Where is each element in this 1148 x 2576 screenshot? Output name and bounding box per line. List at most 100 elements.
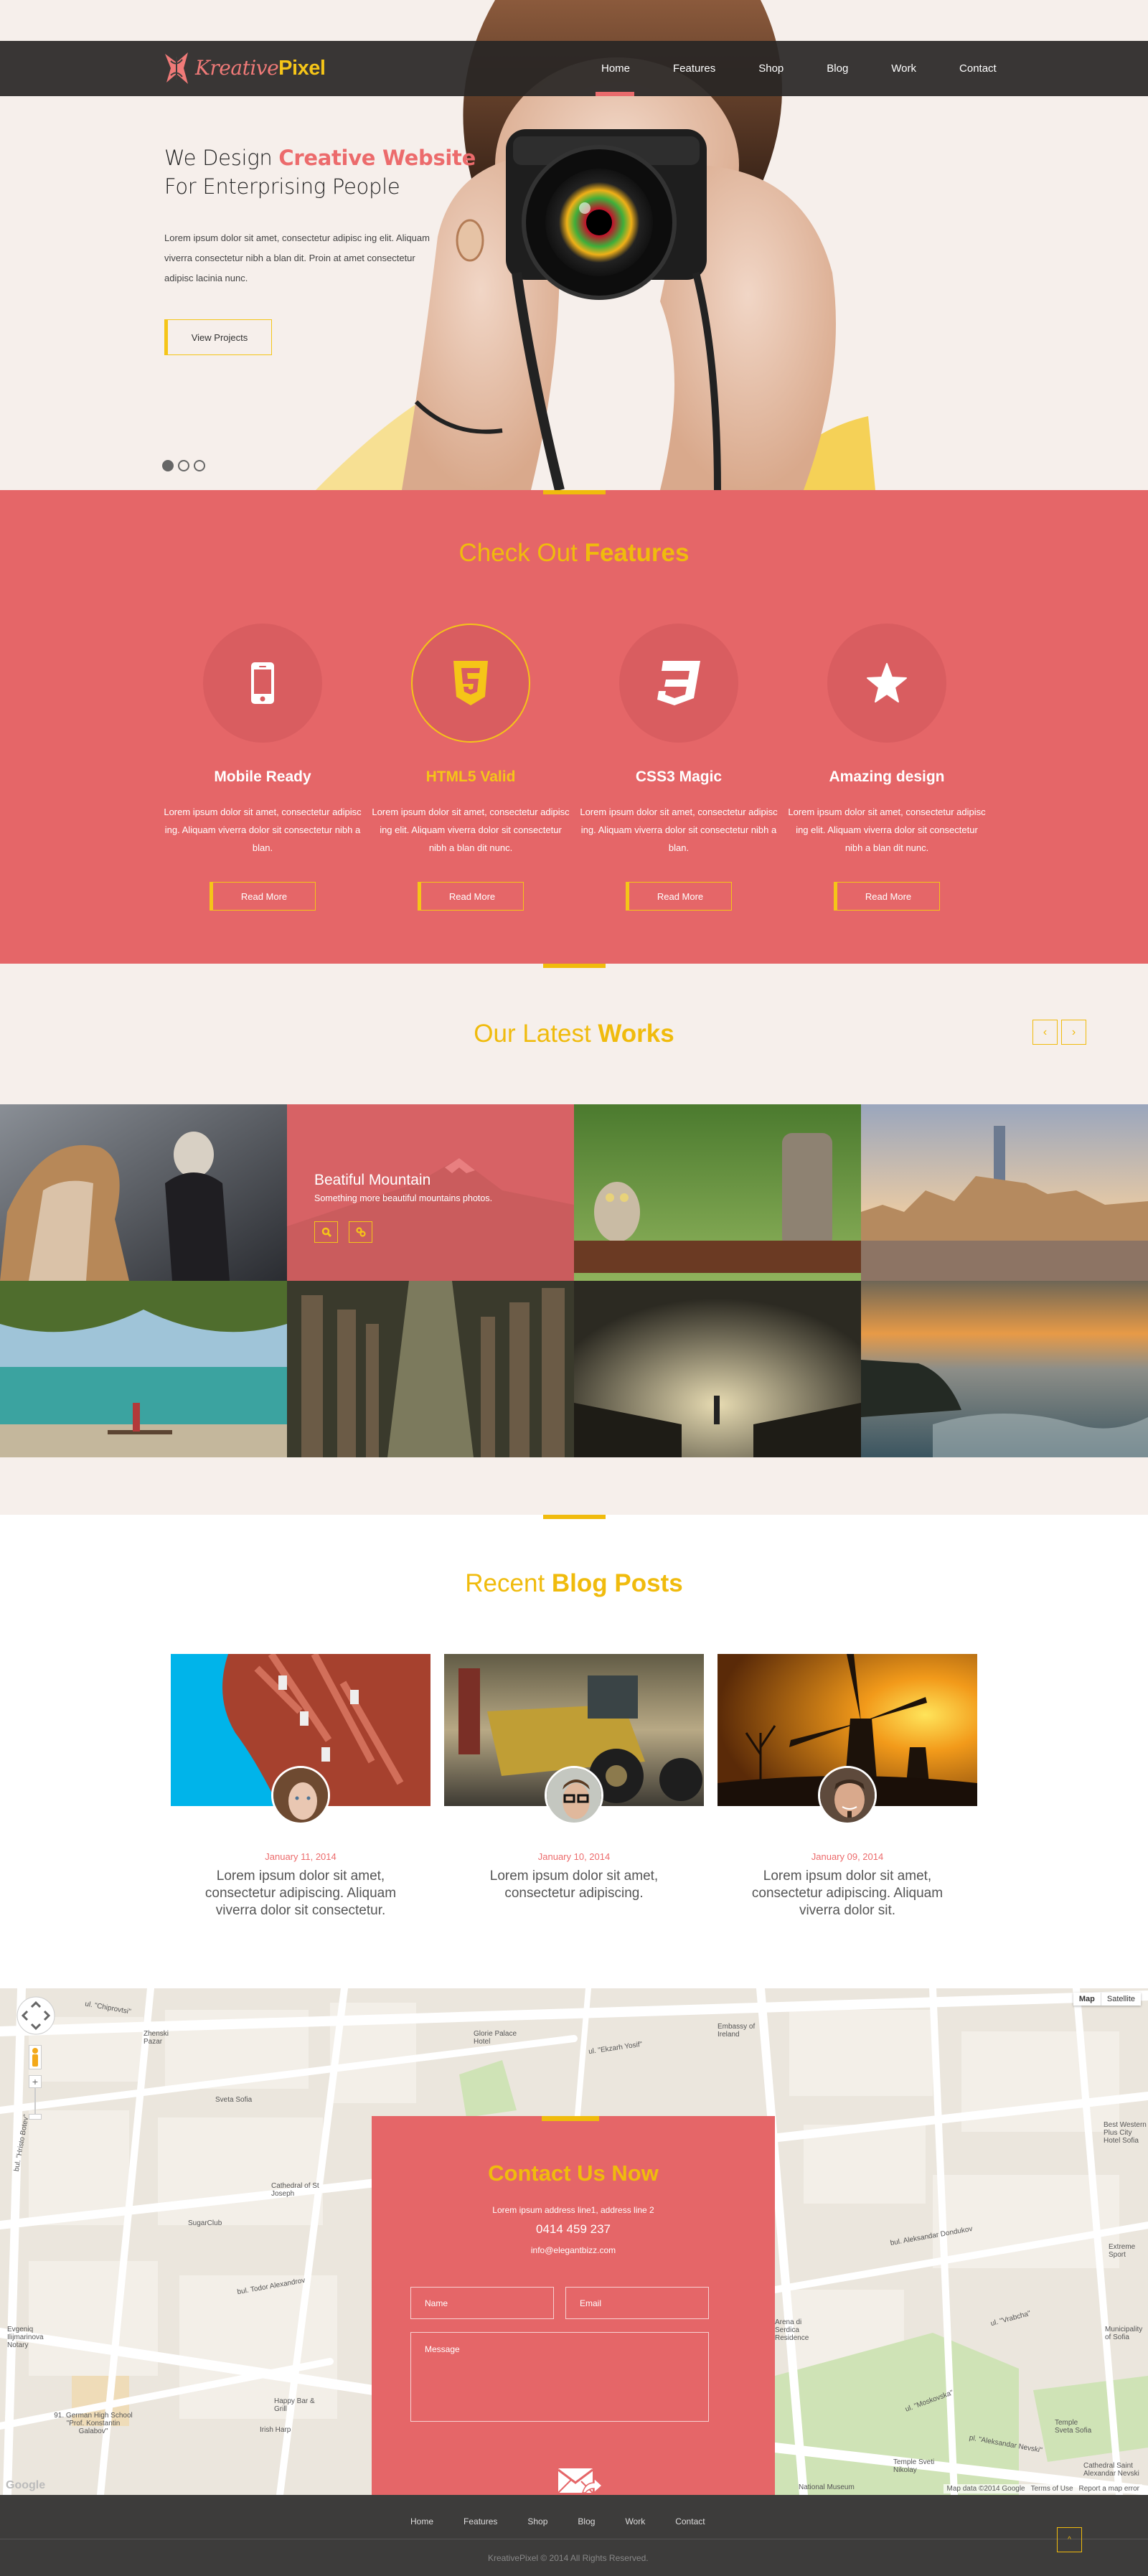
footer-nav: Home Features Shop Blog Work Contact — [410, 2516, 735, 2526]
logo-mark-icon — [165, 52, 188, 84]
features-section: Check Out Features Mobile Ready Lorem ip… — [0, 490, 1148, 964]
feature-title: CSS3 Magic — [635, 768, 723, 785]
map-data-credit: Map data ©2014 Google — [946, 2485, 1025, 2493]
read-more-button[interactable]: Read More — [626, 882, 732, 911]
features-title: Check Out Features — [0, 539, 1148, 568]
blog-excerpt: Lorem ipsum dolor sit amet, consectetur … — [751, 1868, 944, 1918]
zoom-slider-handle[interactable] — [29, 2114, 42, 2120]
hero-description: Lorem ipsum dolor sit amet, consectetur … — [164, 232, 430, 283]
prev-arrow-button[interactable]: ‹ — [1032, 1020, 1058, 1045]
works-title: Our Latest Works — [0, 1020, 1148, 1048]
nav-work[interactable]: Work — [870, 41, 938, 96]
blog-card[interactable]: January 09, 2014 Lorem ipsum dolor sit a… — [718, 1654, 977, 1919]
hero-title: We Design Creative Website For Enterpris… — [164, 144, 476, 201]
map-pan-control[interactable] — [16, 1996, 56, 2036]
contact-email[interactable]: info@elegantbizz.com — [372, 2245, 775, 2255]
feature-card: Amazing design Lorem ipsum dolor sit ame… — [788, 624, 986, 911]
feature-title: Amazing design — [829, 768, 945, 785]
nav-contact[interactable]: Contact — [938, 41, 1018, 96]
slider-dot-1[interactable] — [162, 460, 174, 471]
blog-excerpt: Lorem ipsum dolor sit amet, consectetur … — [204, 1868, 397, 1918]
feature-description: Lorem ipsum dolor sit amet, consectetur … — [164, 807, 362, 853]
message-textarea[interactable] — [410, 2332, 709, 2422]
slider-dots — [162, 460, 205, 471]
author-avatar — [818, 1766, 877, 1825]
next-arrow-button[interactable]: › — [1061, 1020, 1086, 1045]
feature-icon-circle — [827, 624, 946, 743]
google-logo: Google — [6, 2479, 46, 2491]
open-link-button[interactable] — [349, 1221, 372, 1243]
work-tile-ocean[interactable] — [861, 1281, 1148, 1457]
works-title-bold: Works — [598, 1020, 674, 1048]
work-tile-city[interactable] — [861, 1104, 1148, 1281]
read-more-button[interactable]: Read More — [210, 882, 316, 911]
footer-nav-blog[interactable]: Blog — [578, 2516, 595, 2526]
css3-icon — [657, 661, 700, 705]
work-hover-overlay: Beatiful Mountain Something more beautif… — [287, 1104, 574, 1281]
html5-icon — [453, 661, 488, 705]
brand-name: KreativePixel — [195, 56, 326, 80]
contact-form — [410, 2287, 709, 2425]
features-title-plain: Check Out — [458, 539, 585, 567]
terms-of-use-link[interactable]: Terms of Use — [1031, 2485, 1073, 2493]
work-tile-dog-child[interactable] — [0, 1104, 287, 1281]
hero-content: We Design Creative Website For Enterpris… — [164, 144, 476, 355]
feature-title: HTML5 Valid — [425, 768, 516, 785]
work-tile-mountain[interactable]: Beatiful Mountain Something more beautif… — [287, 1104, 574, 1281]
work-image — [0, 1104, 287, 1281]
nav-home[interactable]: Home — [567, 41, 651, 96]
zoom-view-button[interactable] — [314, 1221, 338, 1243]
read-more-button[interactable]: Read More — [418, 882, 524, 911]
nav-blog[interactable]: Blog — [805, 41, 870, 96]
map-type-map[interactable]: Map — [1073, 1993, 1101, 2006]
work-tile-pier[interactable] — [287, 1281, 574, 1457]
author-woman-photo — [273, 1768, 328, 1823]
work-tile-owl[interactable] — [574, 1104, 861, 1281]
works-grid: Beatiful Mountain Something more beautif… — [0, 1104, 1148, 1457]
top-navbar: KreativePixel Home Features Shop Blog Wo… — [0, 41, 1148, 96]
view-projects-button[interactable]: View Projects — [164, 319, 272, 355]
zoom-in-button[interactable]: + — [29, 2075, 42, 2088]
work-tile-forest[interactable] — [574, 1281, 861, 1457]
report-map-error-link[interactable]: Report a map error — [1079, 2485, 1139, 2493]
contact-phone: 0414 459 237 — [536, 2222, 611, 2236]
work-image — [287, 1281, 574, 1457]
pegman-icon[interactable] — [29, 2045, 42, 2069]
footer-nav-home[interactable]: Home — [410, 2516, 433, 2526]
footer-nav-features[interactable]: Features — [464, 2516, 497, 2526]
map-controls: + — [16, 1996, 56, 2120]
work-tile-swing[interactable] — [0, 1281, 287, 1457]
section-divider-tab — [543, 1515, 606, 1519]
mobile-phone-icon — [251, 662, 274, 704]
contact-title: Contact Us Now — [372, 2161, 775, 2186]
contact-address: Lorem ipsum address line1, address line … — [492, 2205, 654, 2215]
blog-date: January 11, 2014 — [265, 1851, 337, 1862]
read-more-button[interactable]: Read More — [834, 882, 940, 911]
name-input[interactable] — [410, 2287, 554, 2319]
footer-nav-work[interactable]: Work — [625, 2516, 645, 2526]
back-to-top-button[interactable]: ^ — [1057, 2527, 1082, 2552]
hero-title-line2: For Enterprising People — [164, 174, 400, 199]
features-title-bold: Features — [584, 539, 690, 567]
slider-dot-2[interactable] — [178, 460, 189, 471]
email-input[interactable] — [565, 2287, 709, 2319]
feature-description: Lorem ipsum dolor sit amet, consectetur … — [372, 807, 570, 853]
map-type-satellite[interactable]: Satellite — [1101, 1993, 1141, 2006]
send-mail-icon — [557, 2468, 603, 2494]
brand-logo[interactable]: KreativePixel — [164, 50, 326, 87]
feature-title: Mobile Ready — [214, 768, 311, 785]
contact-section: ul. "Chiprovtsi" Zhenski Pazar bul. "Hri… — [0, 1988, 1148, 2495]
nav-shop[interactable]: Shop — [737, 41, 805, 96]
main-nav: Home Features Shop Blog Work Contact — [567, 41, 1018, 96]
blog-card[interactable]: January 11, 2014 Lorem ipsum dolor sit a… — [171, 1654, 430, 1919]
works-title-plain: Our Latest — [474, 1020, 598, 1048]
slider-dot-3[interactable] — [194, 460, 205, 471]
section-divider-tab — [543, 490, 606, 494]
footer-nav-contact[interactable]: Contact — [675, 2516, 705, 2526]
send-message-button[interactable] — [556, 2466, 603, 2495]
footer-nav-shop[interactable]: Shop — [527, 2516, 547, 2526]
zoom-slider-track[interactable] — [34, 2088, 36, 2114]
feature-icon-circle — [411, 624, 530, 743]
nav-features[interactable]: Features — [651, 41, 737, 96]
blog-card[interactable]: January 10, 2014 Lorem ipsum dolor sit a… — [444, 1654, 704, 1919]
